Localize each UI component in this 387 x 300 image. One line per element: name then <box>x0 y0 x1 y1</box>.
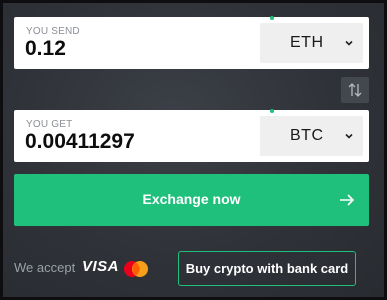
exchange-now-button[interactable]: Exchange now <box>14 174 369 226</box>
get-currency-code: BTC <box>290 127 324 144</box>
mastercard-icon <box>124 261 148 277</box>
send-field[interactable]: YOU SEND ETH <box>14 16 369 69</box>
we-accept-label: We accept <box>14 260 76 275</box>
arrow-right-icon <box>340 194 355 206</box>
chevron-down-icon <box>345 40 353 46</box>
get-amount-input[interactable] <box>25 130 245 154</box>
swap-button[interactable] <box>341 77 369 103</box>
swap-arrows-icon <box>348 83 362 97</box>
exchange-now-label: Exchange now <box>142 191 241 207</box>
focus-indicator-dot <box>270 16 274 20</box>
visa-logo: VISA <box>82 258 120 275</box>
chevron-down-icon <box>345 133 353 139</box>
send-currency-select[interactable]: ETH <box>260 23 363 63</box>
get-label: YOU GET <box>26 119 73 130</box>
buy-crypto-label: Buy crypto with bank card <box>185 261 349 276</box>
send-amount-input[interactable] <box>25 37 245 61</box>
buy-crypto-button[interactable]: Buy crypto with bank card <box>178 251 356 286</box>
send-label: YOU SEND <box>26 26 80 37</box>
get-currency-select[interactable]: BTC <box>260 116 363 156</box>
exchange-widget: YOU SEND ETH YOU GET BTC Exchange now <box>0 0 387 300</box>
focus-indicator-dot <box>270 109 274 113</box>
send-currency-code: ETH <box>290 34 324 51</box>
get-field[interactable]: YOU GET BTC <box>14 109 369 162</box>
